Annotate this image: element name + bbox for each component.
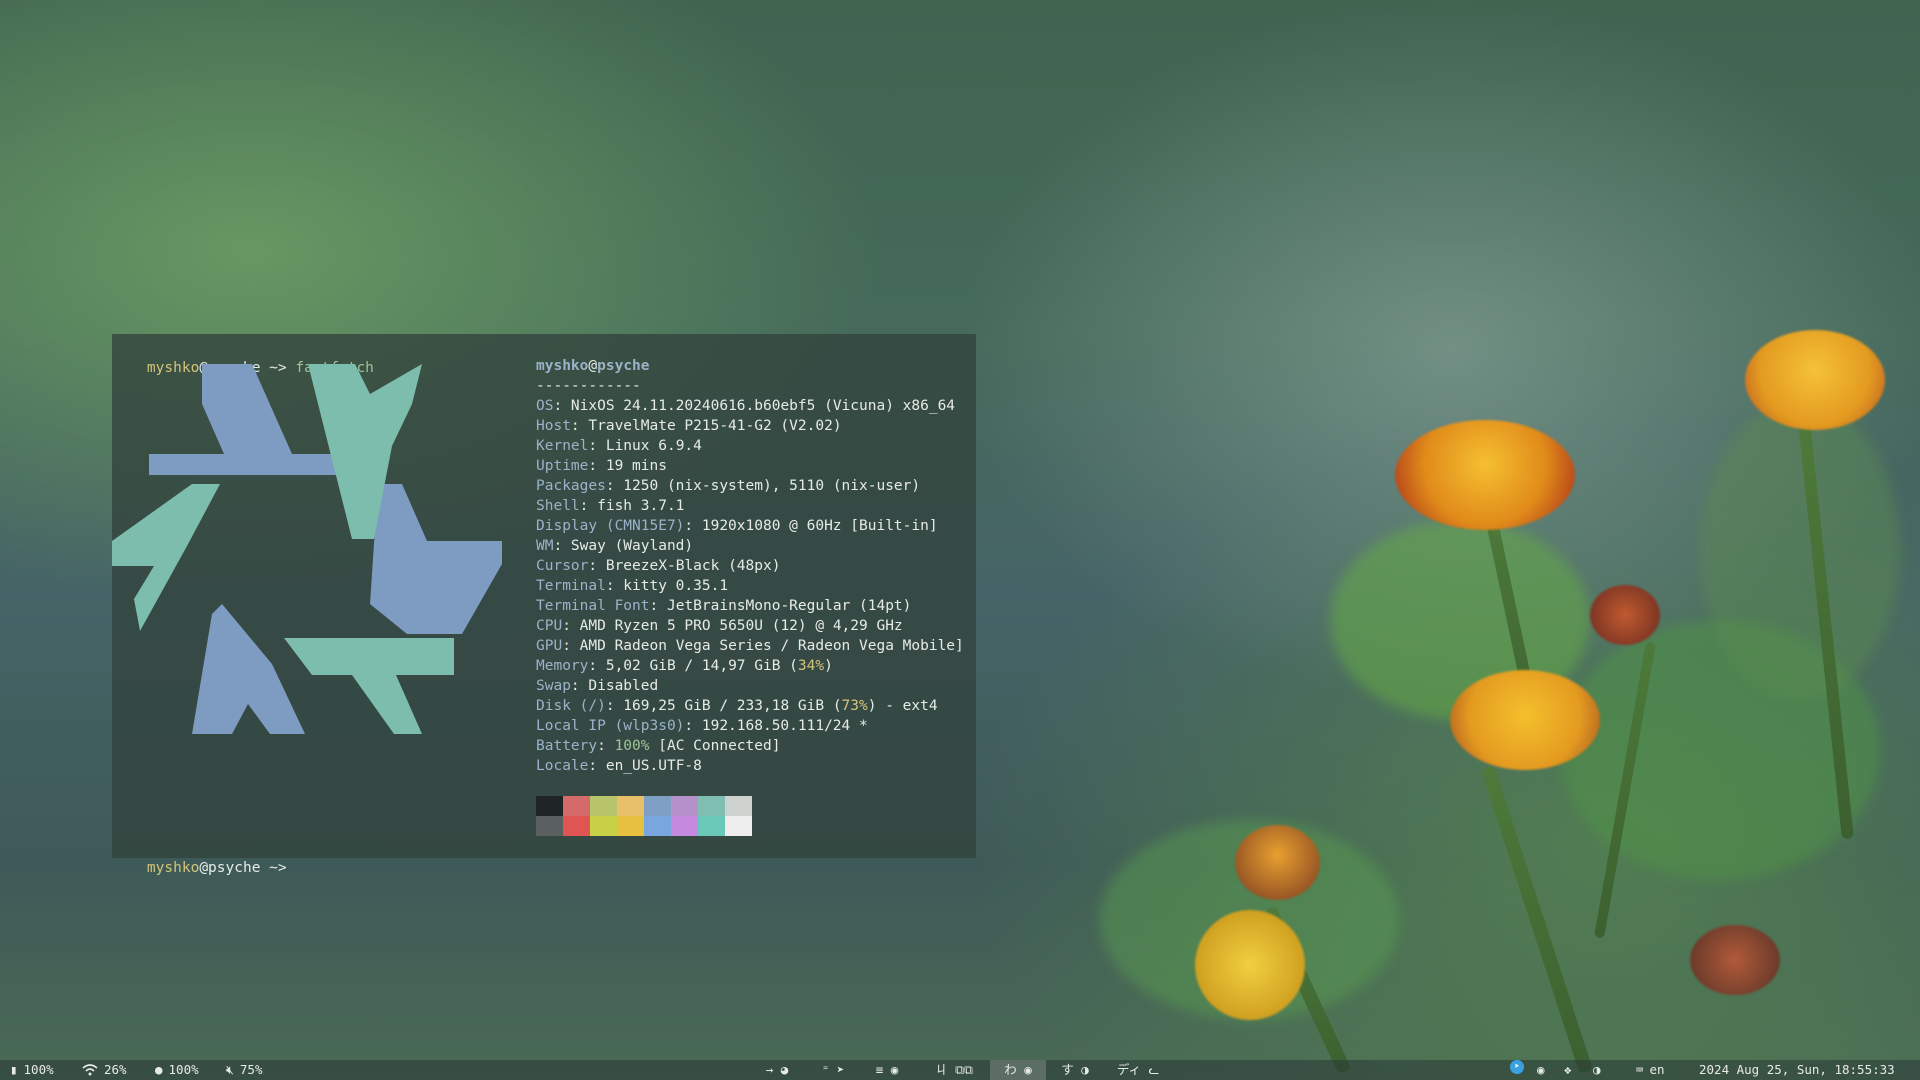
tray-discord[interactable]: ◉ (1537, 1060, 1545, 1080)
keyboard-layout[interactable]: ⌨ en (1636, 1060, 1665, 1080)
palette-swatch (644, 796, 671, 816)
palette-swatch (698, 816, 725, 836)
prompt-host: @psyche (199, 860, 261, 876)
palette-swatch (536, 796, 563, 816)
telegram-icon: ➤ (836, 1062, 845, 1077)
palette-swatch (590, 816, 617, 836)
terminal-window[interactable]: myshko@psyche ~> fastfetch myshko@psyche… (112, 334, 976, 876)
logo-lambda-right (370, 484, 502, 634)
prompt-arrow: ~> (260, 860, 296, 876)
info-battery: Battery: 100% [AC Connected] (536, 738, 781, 754)
info-os: OS: NixOS 24.11.20240616.b60ebf5 (Vicuna… (536, 398, 956, 414)
volume-indicator[interactable]: 🔇︎ 75% (226, 1060, 262, 1080)
clock[interactable]: 2024 Aug 25, Sun, 18:55:33 (1699, 1060, 1895, 1080)
info-cpu: CPU: AMD Ryzen 5 PRO 5650U (12) @ 4,29 G… (536, 618, 903, 634)
info-terminal-font: Terminal Font: JetBrainsMono-Regular (14… (536, 598, 912, 614)
discord-icon: ◉ (1024, 1062, 1032, 1077)
info-host: Host: TravelMate P215-41-G2 (V2.02) (536, 418, 842, 434)
tray-telegram[interactable]: ➤ (1510, 1060, 1524, 1074)
palette-swatch (617, 816, 644, 836)
workspace-1[interactable]: → ◕ (756, 1060, 798, 1080)
workspace-5[interactable]: わ ◉ (990, 1060, 1046, 1080)
info-gpu: GPU: AMD Radeon Vega Series / Radeon Veg… (536, 638, 964, 654)
palette-swatch (698, 796, 725, 816)
workspace-7[interactable]: ディ ᓚ (1110, 1060, 1166, 1080)
info-wm: WM: Sway (Wayland) (536, 538, 694, 554)
info-terminal: Terminal: kitty 0.35.1 (536, 578, 729, 594)
battery-indicator[interactable]: ▮ 100% (10, 1060, 54, 1080)
pie-icon: ◕ (780, 1062, 789, 1077)
steam-icon: ◑ (1081, 1062, 1089, 1077)
status-bar: ▮ 100% 26% ● 100% 🔇︎ 75% → ◕ ⁼ ➤ ≡ ◉ ㄐ ⧉⧉ わ… (0, 1060, 1920, 1080)
info-uptime: Uptime: 19 mins (536, 458, 667, 474)
cat-icon: ᓚ (1148, 1062, 1160, 1077)
info-display: Display (CMN15E7): 1920x1080 @ 60Hz [Bui… (536, 518, 938, 534)
prompt-user: myshko (146, 860, 200, 876)
info-locale: Locale: en_US.UTF-8 (536, 758, 702, 774)
keyboard-icon: ⌨ (1636, 1062, 1644, 1077)
info-shell: Shell: fish 3.7.1 (536, 498, 685, 514)
info-local-ip: Local IP (wlp3s0): 192.168.50.111/24 * (536, 718, 868, 734)
workspace-4[interactable]: ㄐ ⧉⧉ (926, 1060, 982, 1080)
palette-swatch (725, 816, 752, 836)
info-packages: Packages: 1250 (nix-system), 5110 (nix-u… (536, 478, 921, 494)
workspace-2[interactable]: ⁼ ➤ (812, 1060, 854, 1080)
telegram-icon: ➤ (1510, 1060, 1524, 1074)
brightness-indicator[interactable]: ● 100% (155, 1060, 199, 1080)
palette-swatch (563, 796, 590, 816)
info-swap: Swap: Disabled (536, 678, 659, 694)
volume-muted-icon: 🔇︎ (226, 1062, 234, 1077)
palette-swatch (617, 796, 644, 816)
info-separator: ------------ (536, 378, 641, 394)
system-info: myshko@psyche ------------ OS: NixOS 24.… (536, 356, 964, 776)
logo-lambda-bottom (192, 604, 305, 734)
discord-icon: ◉ (1537, 1062, 1545, 1077)
tray-steam[interactable]: ◑ (1593, 1060, 1601, 1080)
logo-lambda-bottom-right (284, 638, 454, 734)
tray-dropbox[interactable]: ❖ (1564, 1060, 1572, 1080)
steam-icon: ◑ (1593, 1062, 1601, 1077)
palette-swatch (644, 816, 671, 836)
brightness-icon: ● (155, 1062, 163, 1077)
battery-icon: ▮ (10, 1062, 18, 1077)
info-disk: Disk (/): 169,25 GiB / 233,18 GiB (73%) … (536, 698, 938, 714)
dropbox-icon: ❖ (1564, 1062, 1572, 1077)
workspace-3[interactable]: ≡ ◉ (866, 1060, 908, 1080)
palette-swatch (671, 816, 698, 836)
windows-icon: ⧉⧉ (955, 1062, 973, 1077)
info-memory: Memory: 5,02 GiB / 14,97 GiB (34%) (536, 658, 833, 674)
prompt-line-2[interactable]: myshko@psyche ~> (112, 838, 295, 898)
logo-lambda-top (149, 364, 337, 475)
palette-swatch (536, 816, 563, 836)
wifi-indicator[interactable]: 26% (82, 1060, 127, 1080)
discord-icon: ◉ (890, 1062, 899, 1077)
palette-swatch (563, 816, 590, 836)
palette-swatch (725, 796, 752, 816)
info-kernel: Kernel: Linux 6.9.4 (536, 438, 702, 454)
palette-swatch (671, 796, 698, 816)
wifi-icon (82, 1064, 98, 1076)
nixos-logo (112, 364, 502, 734)
logo-lambda-left (112, 484, 220, 631)
workspace-6[interactable]: す ◑ (1054, 1060, 1096, 1080)
palette-swatch (590, 796, 617, 816)
info-cursor: Cursor: BreezeX-Black (48px) (536, 558, 781, 574)
info-title: myshko@psyche (536, 358, 650, 374)
